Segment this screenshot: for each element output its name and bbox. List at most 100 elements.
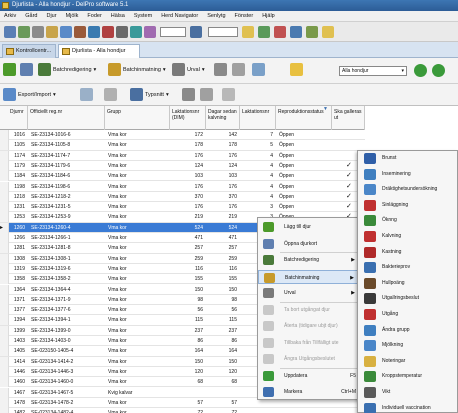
table-cell: 4 (270, 193, 273, 200)
column-header[interactable]: Officiellt reg.nr (28, 106, 105, 130)
cull-checkbox[interactable]: ✓ (346, 193, 352, 201)
context-menu-item[interactable]: Batchredigering ▶ (258, 253, 361, 267)
table-row[interactable]: 1231 SE-23134-1231-5 Vma kor 176 176 3 Öppen ✓ (0, 202, 365, 213)
submenu-item[interactable]: Noteringar (358, 354, 458, 370)
column-header[interactable]: Dagar sedan kalvning (206, 106, 240, 130)
tab-animal-list[interactable]: Djurlista - Alla hondjur (58, 44, 140, 58)
context-menu-item[interactable]: Lägg till djur (258, 220, 361, 234)
export-import-button[interactable]: Export/Import ▾ (3, 88, 56, 101)
submenu-item[interactable]: Bakterieprov (358, 260, 458, 276)
submenu-item[interactable]: Inseminering (358, 167, 458, 183)
menu-item[interactable]: Hälsa (111, 13, 125, 19)
cull-checkbox[interactable]: ✓ (346, 172, 352, 180)
batch-register-button[interactable]: Batchinmatning ▾ (108, 63, 166, 76)
search-icon[interactable] (190, 26, 202, 38)
chevron-down-icon: ▾ (165, 91, 169, 98)
add-animal-button[interactable] (3, 63, 16, 76)
submenu-item[interactable]: Kroppstemperatur (358, 369, 458, 385)
table-row[interactable]: 1105 SE-23134-1105-8 Vma kor 178 178 5 Öppen (0, 140, 365, 151)
menu-item[interactable]: Djur (46, 13, 56, 19)
print-icon[interactable] (32, 26, 44, 38)
feed-icon[interactable] (74, 26, 86, 38)
submenu-item[interactable]: Mjölkning (358, 338, 458, 354)
print-preview-button[interactable] (200, 88, 213, 101)
columns-button[interactable] (80, 88, 93, 101)
star-icon[interactable] (242, 26, 254, 38)
table-row[interactable]: 1198 SE-23134-1198-6 Vma kor 176 176 4 Öppen ✓ (0, 181, 365, 192)
submenu-item[interactable]: Utgång (358, 307, 458, 323)
cull-checkbox[interactable]: ✓ (346, 203, 352, 211)
submenu-item[interactable]: Ändra grupp (358, 323, 458, 339)
context-menu-item[interactable]: Uppdatera F5 (258, 369, 361, 383)
table-row[interactable]: 1179 SE-23134-1179-6 Vma kor 124 124 4 Öppen ✓ (0, 160, 365, 172)
copy-button[interactable] (222, 88, 235, 101)
health-icon[interactable] (102, 26, 114, 38)
context-menu-item[interactable]: Markera Ctrl+M (258, 385, 361, 399)
menu-item[interactable]: Senlytg (207, 13, 225, 19)
menu-item[interactable]: Fönster (235, 13, 254, 19)
submenu-item[interactable]: Kalvning (358, 229, 458, 245)
report-icon[interactable] (144, 26, 156, 38)
cull-checkbox[interactable]: ✓ (346, 183, 352, 191)
selection-filter-dropdown[interactable]: Alla hondjur ▾ (339, 66, 407, 76)
color-button[interactable] (290, 63, 303, 76)
submenu-item[interactable]: Utgallringsbeslut (358, 291, 458, 307)
milk-icon[interactable] (88, 26, 100, 38)
task-icon[interactable] (306, 26, 318, 38)
cow-icon[interactable] (60, 26, 72, 38)
context-menu-item[interactable]: Urval ▶ (258, 286, 361, 300)
column-header[interactable]: Laktationsnr (DIM) (170, 106, 206, 130)
column-header[interactable]: Djurnr (0, 106, 28, 130)
menu-item[interactable]: Hjälp (262, 13, 275, 19)
column-header[interactable]: Laktationsnr (240, 106, 276, 130)
table-row[interactable]: 1016 SE-23134-1016-6 Vma kor 172 142 7 Öppen (0, 130, 365, 141)
alarm-icon[interactable] (274, 26, 286, 38)
menu-item[interactable]: System (134, 13, 152, 19)
calendar-icon[interactable] (290, 26, 302, 38)
next-button[interactable] (432, 64, 445, 77)
submenu-item[interactable]: Öknng (358, 213, 458, 229)
font-button[interactable]: Typsnitt ▾ (130, 88, 169, 101)
submenu-item[interactable]: Kastning (358, 245, 458, 261)
animal-card-button[interactable] (20, 63, 33, 76)
cull-checkbox[interactable]: ✓ (346, 162, 352, 170)
tab-control-center[interactable]: Kontrollcentr... (2, 44, 56, 58)
submenu-item[interactable]: Vikt (358, 385, 458, 401)
menu-item[interactable]: Herd Navigator (161, 13, 198, 19)
edit-button[interactable] (232, 63, 245, 76)
column-header[interactable]: Grupp (105, 106, 170, 130)
submenu-item[interactable]: Dräktighetsundersökning (358, 182, 458, 198)
context-menu-item[interactable]: Öppna djurkort (258, 237, 361, 251)
table-row[interactable]: 1218 SE-23134-1218-2 Vma kor 370 370 4 Öppen ✓ (0, 191, 365, 203)
select-button[interactable]: Urval ▾ (172, 63, 205, 76)
navigator-icon[interactable] (130, 26, 142, 38)
quick-search-input[interactable] (160, 27, 186, 37)
home-icon[interactable] (4, 26, 16, 38)
flag-button[interactable] (214, 63, 227, 76)
animal-lookup-input[interactable] (208, 27, 238, 37)
column-header[interactable]: Ska galleras ut (332, 106, 365, 130)
refresh-icon[interactable] (258, 26, 270, 38)
favorite-icon[interactable] (322, 26, 334, 38)
layout-button[interactable] (104, 88, 117, 101)
menu-item[interactable]: Gård (25, 13, 37, 19)
print-button[interactable] (182, 88, 195, 101)
submenu-item[interactable]: Brunst (358, 151, 458, 167)
settings-icon[interactable] (116, 26, 128, 38)
context-menu-item[interactable]: Batchinmatning ▶ (258, 269, 361, 284)
menu-item[interactable]: Mjölk (66, 13, 79, 19)
submenu-item[interactable]: Hullpoäng (358, 276, 458, 292)
table-row[interactable]: 1174 SE-23134-1174-7 Vma kor 176 176 4 Öppen (0, 150, 365, 161)
chart-icon[interactable] (18, 26, 30, 38)
filter-button[interactable] (252, 63, 265, 76)
submenu-item[interactable]: Sinläggning (358, 198, 458, 214)
batch-edit-button[interactable]: Batchredigering ▾ (38, 63, 96, 76)
submenu-item[interactable]: Individuell vaccination (358, 401, 458, 413)
table-row[interactable]: 1184 SE-23134-1184-6 Vma kor 103 103 4 Öppen ✓ (0, 171, 365, 182)
table-row[interactable]: 1482 SE-023134-1482-4 Vma kor 72 72 (0, 408, 365, 413)
folder-icon[interactable] (46, 26, 58, 38)
menu-item[interactable]: Arkiv (4, 13, 16, 19)
previous-button[interactable] (414, 64, 427, 77)
filter-icon[interactable]: ▼ (323, 106, 328, 112)
menu-item[interactable]: Foder (87, 13, 101, 19)
